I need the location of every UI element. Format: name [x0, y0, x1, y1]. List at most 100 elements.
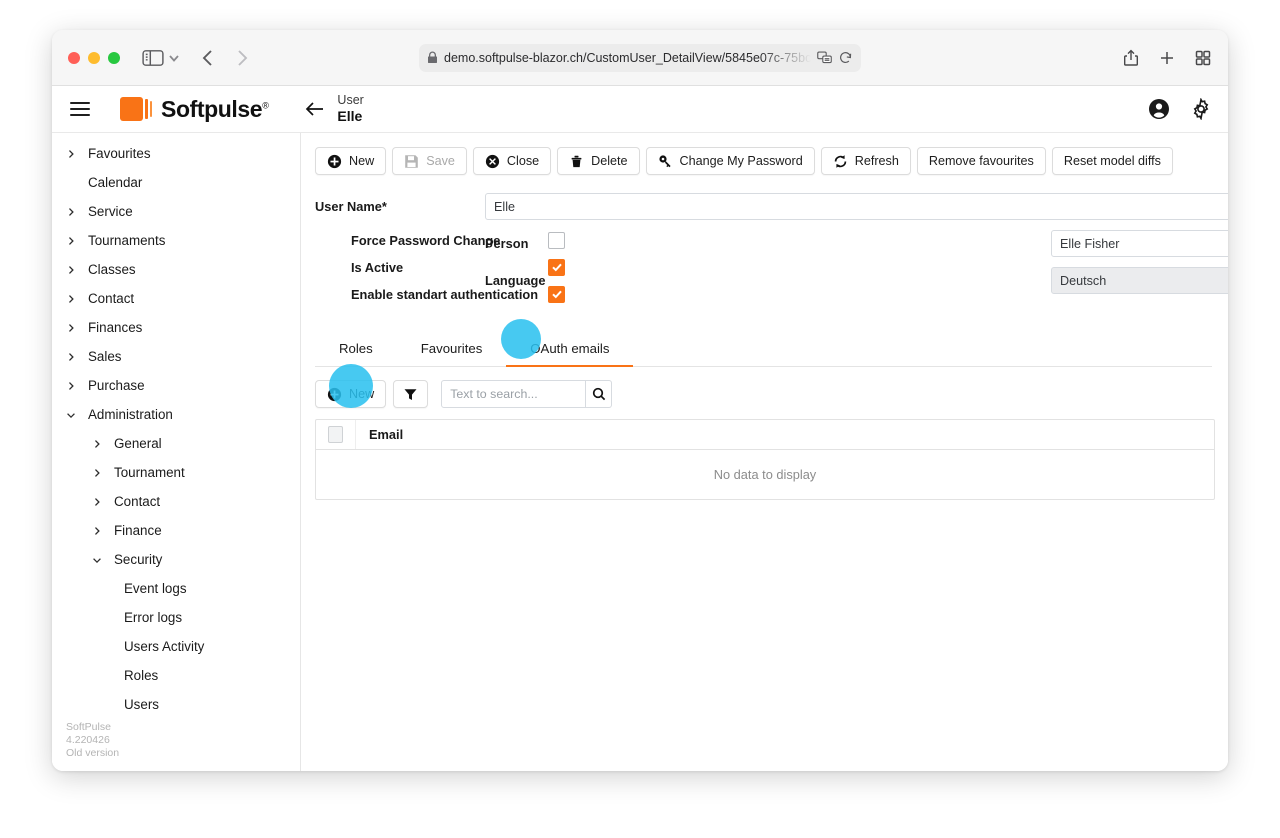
sidebar-item-finance[interactable]: Finance	[52, 516, 300, 545]
username-input[interactable]: Elle ✕	[485, 193, 1228, 220]
grid-search: Text to search...	[441, 380, 613, 408]
reload-icon[interactable]	[838, 50, 853, 65]
checkbox-label: Force Password Change	[351, 232, 501, 248]
tab-oauth-emails[interactable]: OAuth emails	[506, 334, 634, 367]
footer-note: Old version	[66, 746, 120, 759]
back-arrow-icon[interactable]	[304, 98, 326, 120]
new-tab-icon[interactable]	[1158, 49, 1176, 67]
refresh-button[interactable]: Refresh	[820, 147, 911, 175]
detail-tabs: Roles Favourites OAuth emails	[315, 334, 1212, 367]
tab-favourites[interactable]: Favourites	[397, 334, 507, 367]
sidebar-item-users-activity[interactable]: Users Activity	[52, 632, 300, 661]
chevron-down-icon[interactable]	[90, 554, 104, 566]
sidebar-item-administration[interactable]: Administration	[52, 400, 300, 429]
chevron-right-icon[interactable]	[64, 148, 78, 160]
person-field-wrap: Elle Fisher ✕	[1051, 230, 1228, 257]
delete-button[interactable]: Delete	[557, 147, 640, 175]
remove-favourites-button[interactable]: Remove favourites	[916, 147, 1046, 175]
reset-model-diffs-button[interactable]: Reset model diffs	[1051, 147, 1173, 175]
sidebar-toggle-icon[interactable]	[142, 49, 164, 67]
tab-roles[interactable]: Roles	[315, 334, 397, 367]
chevron-right-icon[interactable]	[64, 235, 78, 247]
checkbox-checked-icon[interactable]	[548, 285, 565, 303]
select-all-cell[interactable]	[316, 420, 356, 449]
chevron-right-icon[interactable]	[90, 438, 104, 450]
footer-version: 4.220426	[66, 733, 110, 746]
maximize-window-button[interactable]	[108, 51, 120, 64]
chevron-down-icon[interactable]	[64, 409, 78, 421]
share-icon[interactable]	[1122, 49, 1140, 67]
new-button[interactable]: New	[315, 147, 387, 175]
search-button[interactable]	[586, 380, 613, 408]
sidebar-item-label: Administration	[88, 407, 173, 422]
sidebar-item-sales[interactable]: Sales	[52, 342, 300, 371]
browser-back-button[interactable]	[196, 45, 222, 71]
account-circle-icon[interactable]	[1148, 98, 1170, 120]
grid-toolbar: New Text to search...	[315, 380, 1212, 408]
page-subtitle: User	[337, 93, 364, 108]
sidebar-item-service[interactable]: Service	[52, 197, 300, 226]
window-controls[interactable]	[68, 51, 120, 64]
chevron-right-icon[interactable]	[64, 264, 78, 276]
chevron-right-icon[interactable]	[90, 467, 104, 479]
sidebar-item-general[interactable]: General	[52, 429, 300, 458]
checkbox-row: Force Password Change	[351, 231, 565, 249]
language-select[interactable]: Deutsch	[1051, 267, 1228, 294]
checkbox-unchecked-icon[interactable]	[548, 231, 565, 249]
brand-logo[interactable]: Softpulse®	[113, 93, 269, 123]
chevron-right-icon[interactable]	[64, 206, 78, 218]
language-input[interactable]: Deutsch	[1051, 267, 1228, 294]
sidebar-item-event-logs[interactable]: Event logs	[52, 574, 300, 603]
sidebar-item-label: Security	[114, 552, 163, 567]
brand-name: Softpulse®	[161, 96, 269, 123]
person-value: Elle Fisher	[1060, 236, 1120, 251]
close-window-button[interactable]	[68, 51, 80, 64]
sidebar-item-label: Purchase	[88, 378, 145, 393]
sidebar-item-label: Classes	[88, 262, 136, 277]
sidebar-item-error-logs[interactable]: Error logs	[52, 603, 300, 632]
sidebar-item-finances[interactable]: Finances	[52, 313, 300, 342]
sidebar-item-users[interactable]: Users	[52, 690, 300, 719]
sidebar-item-classes[interactable]: Classes	[52, 255, 300, 284]
person-input[interactable]: Elle Fisher ✕	[1051, 230, 1228, 257]
search-input[interactable]: Text to search...	[441, 380, 587, 408]
chevron-right-icon[interactable]	[64, 293, 78, 305]
minimize-window-button[interactable]	[88, 51, 100, 64]
translate-icon[interactable]	[817, 50, 832, 65]
checkbox-unchecked-icon[interactable]	[328, 426, 343, 443]
sidebar-item-contact[interactable]: Contact	[52, 284, 300, 313]
plus-circle-icon	[327, 387, 342, 402]
sidebar-item-contact[interactable]: Contact	[52, 487, 300, 516]
grid-new-button[interactable]: New	[315, 380, 387, 408]
sidebar-item-calendar[interactable]: Calendar	[52, 168, 300, 197]
close-button[interactable]: Close	[472, 147, 552, 175]
chevron-right-icon[interactable]	[64, 322, 78, 334]
sidebar-item-tournament[interactable]: Tournament	[52, 458, 300, 487]
grid-filter-button[interactable]	[393, 380, 429, 408]
person-lookup: Elle Fisher ✕	[1051, 230, 1228, 257]
chevron-right-icon[interactable]	[64, 351, 78, 363]
grid-header-row: Email	[316, 420, 1214, 450]
chevron-right-icon[interactable]	[90, 525, 104, 537]
person-clear-icon[interactable]: ✕	[1225, 235, 1228, 252]
chevron-right-icon[interactable]	[64, 380, 78, 392]
sidebar-item-favourites[interactable]: Favourites	[52, 139, 300, 168]
gear-icon[interactable]	[1190, 97, 1212, 121]
sidebar-item-purchase[interactable]: Purchase	[52, 371, 300, 400]
sidebar-item-label: Calendar	[88, 175, 143, 190]
sidebar-item-tournaments[interactable]: Tournaments	[52, 226, 300, 255]
sidebar-item-roles[interactable]: Roles	[52, 661, 300, 690]
sidebar-item-security[interactable]: Security	[52, 545, 300, 574]
toolbar-button-label: New	[349, 154, 375, 168]
page-header: User Elle	[304, 93, 364, 124]
hamburger-menu-icon[interactable]	[70, 102, 90, 116]
tab-overview-icon[interactable]	[1194, 49, 1212, 67]
chevron-right-icon[interactable]	[90, 496, 104, 508]
sidebar-item-label: Finances	[88, 320, 143, 335]
chevron-down-icon[interactable]	[166, 50, 182, 66]
save-button[interactable]: Save	[392, 147, 467, 175]
change-my-password-button[interactable]: Change My Password	[645, 147, 815, 175]
address-bar[interactable]: demo.softpulse-blazor.ch/CustomUser_Deta…	[419, 43, 861, 72]
column-header-email[interactable]: Email	[356, 427, 403, 442]
browser-forward-button[interactable]	[228, 45, 254, 71]
